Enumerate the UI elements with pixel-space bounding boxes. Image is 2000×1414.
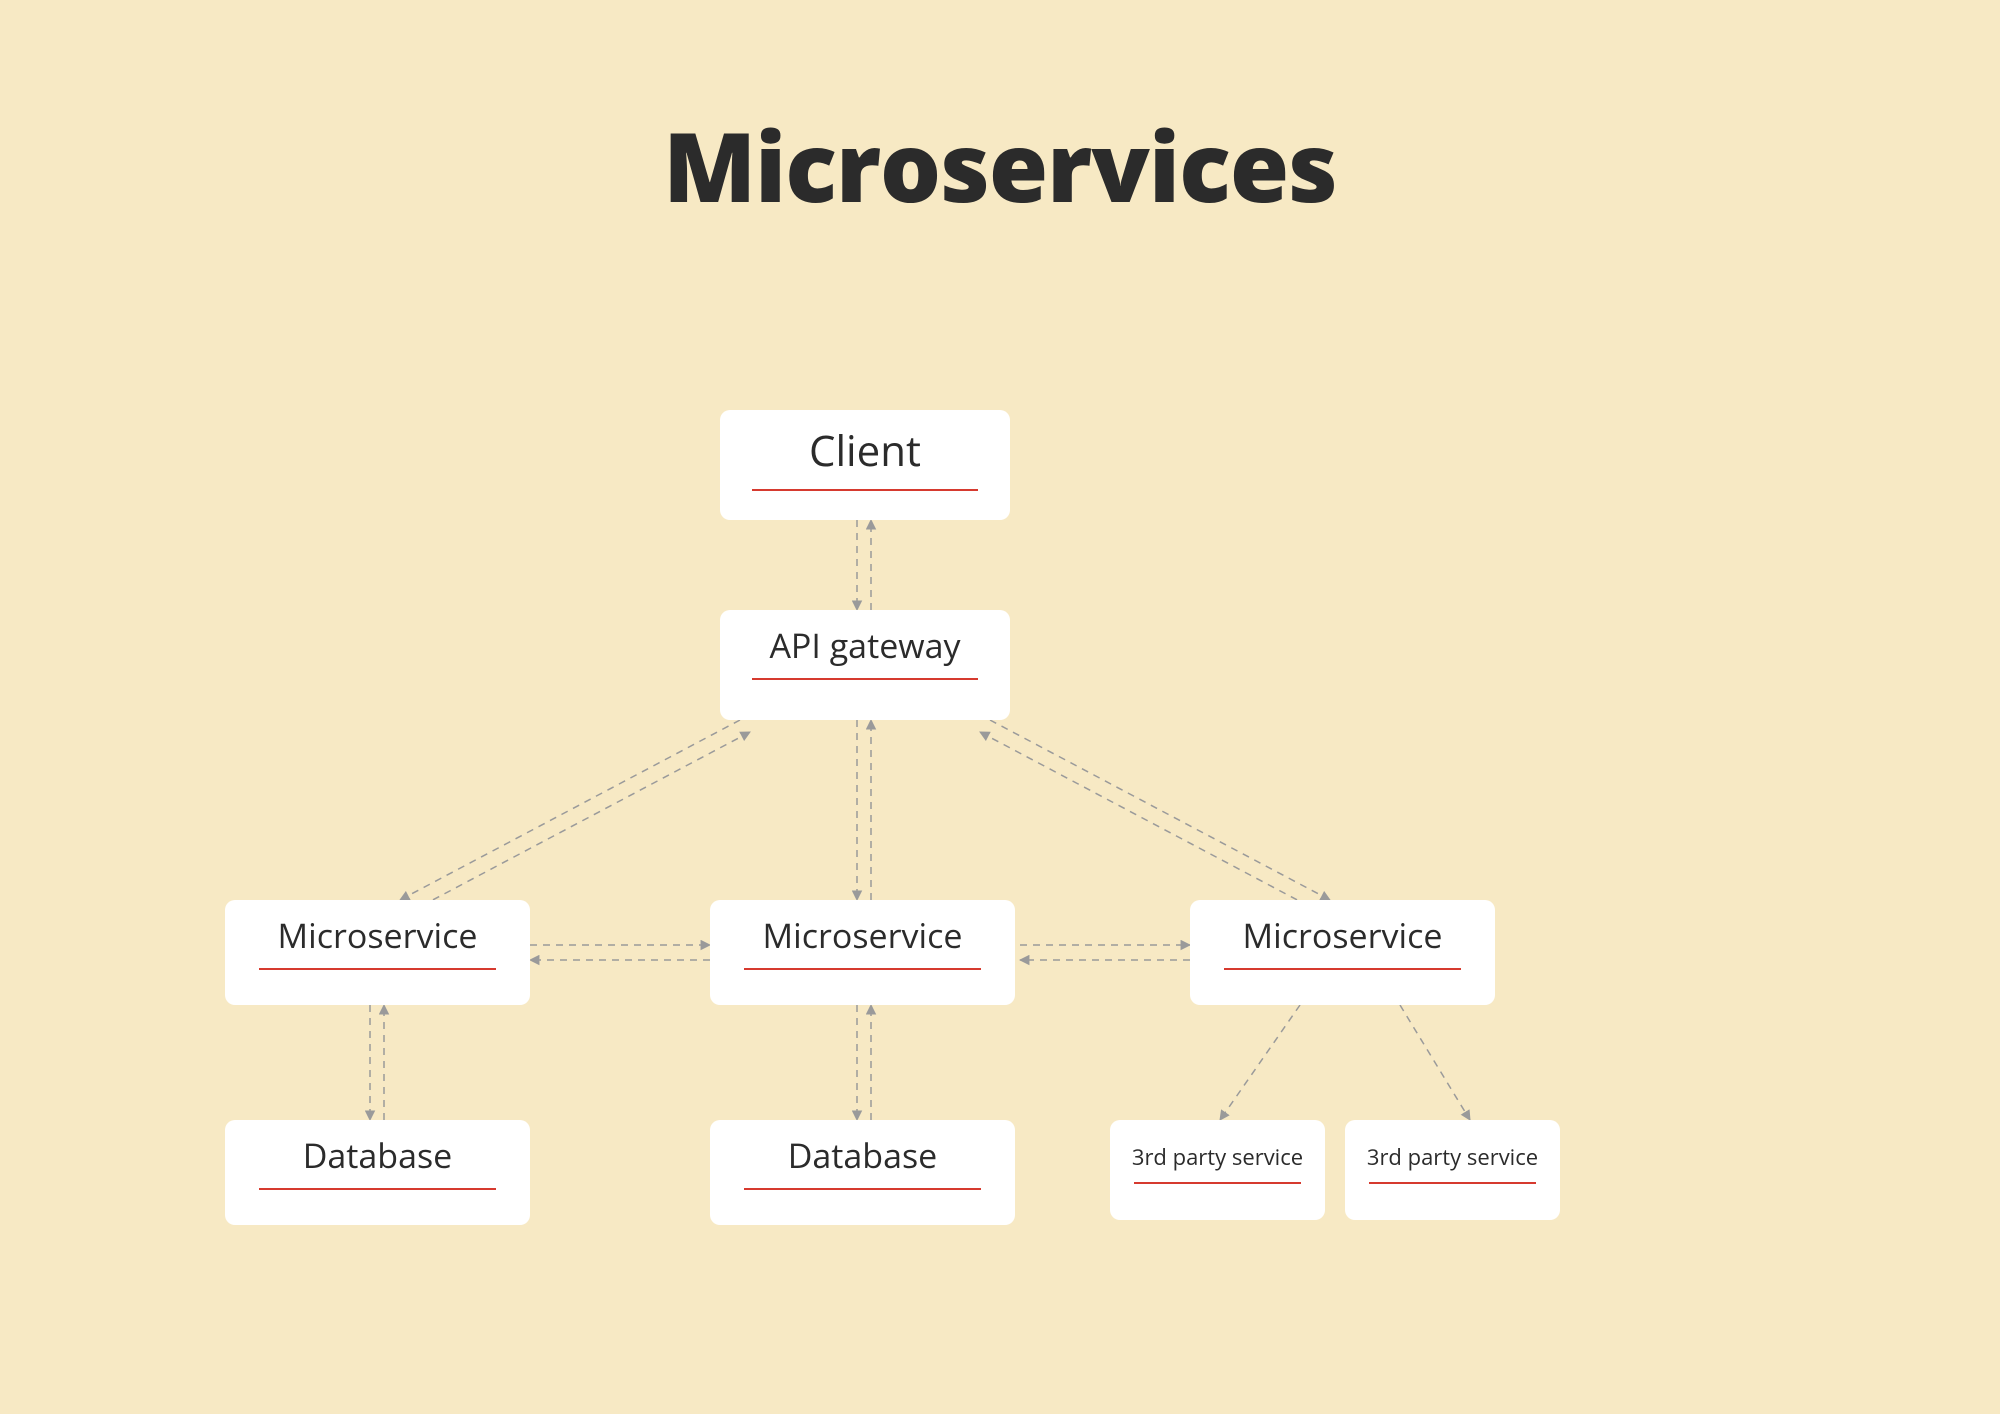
diagram-title: Microservices — [0, 100, 2000, 231]
node-api-gateway-label: API gateway — [769, 622, 960, 668]
node-underline — [259, 1188, 497, 1190]
node-third-party-2-label: 3rd party service — [1367, 1142, 1538, 1172]
node-underline — [744, 1188, 982, 1190]
node-database-1: Database — [225, 1120, 530, 1225]
node-client-label: Client — [809, 422, 921, 479]
node-underline — [1224, 968, 1462, 970]
node-microservice-1: Microservice — [225, 900, 530, 1005]
node-database-1-label: Database — [303, 1132, 453, 1178]
node-microservice-3-label: Microservice — [1243, 912, 1443, 958]
node-underline — [752, 489, 978, 491]
node-microservice-1-label: Microservice — [278, 912, 478, 958]
node-api-gateway: API gateway — [720, 610, 1010, 720]
node-database-2-label: Database — [788, 1132, 938, 1178]
node-third-party-2: 3rd party service — [1345, 1120, 1560, 1220]
node-underline — [259, 968, 497, 970]
node-underline — [752, 678, 978, 680]
node-third-party-1: 3rd party service — [1110, 1120, 1325, 1220]
node-underline — [1134, 1182, 1302, 1184]
node-third-party-1-label: 3rd party service — [1132, 1142, 1303, 1172]
node-microservice-2: Microservice — [710, 900, 1015, 1005]
node-microservice-2-label: Microservice — [763, 912, 963, 958]
node-database-2: Database — [710, 1120, 1015, 1225]
node-microservice-3: Microservice — [1190, 900, 1495, 1005]
node-underline — [744, 968, 982, 970]
node-underline — [1369, 1182, 1537, 1184]
diagram-canvas: Microservices — [0, 0, 2000, 1414]
node-client: Client — [720, 410, 1010, 520]
